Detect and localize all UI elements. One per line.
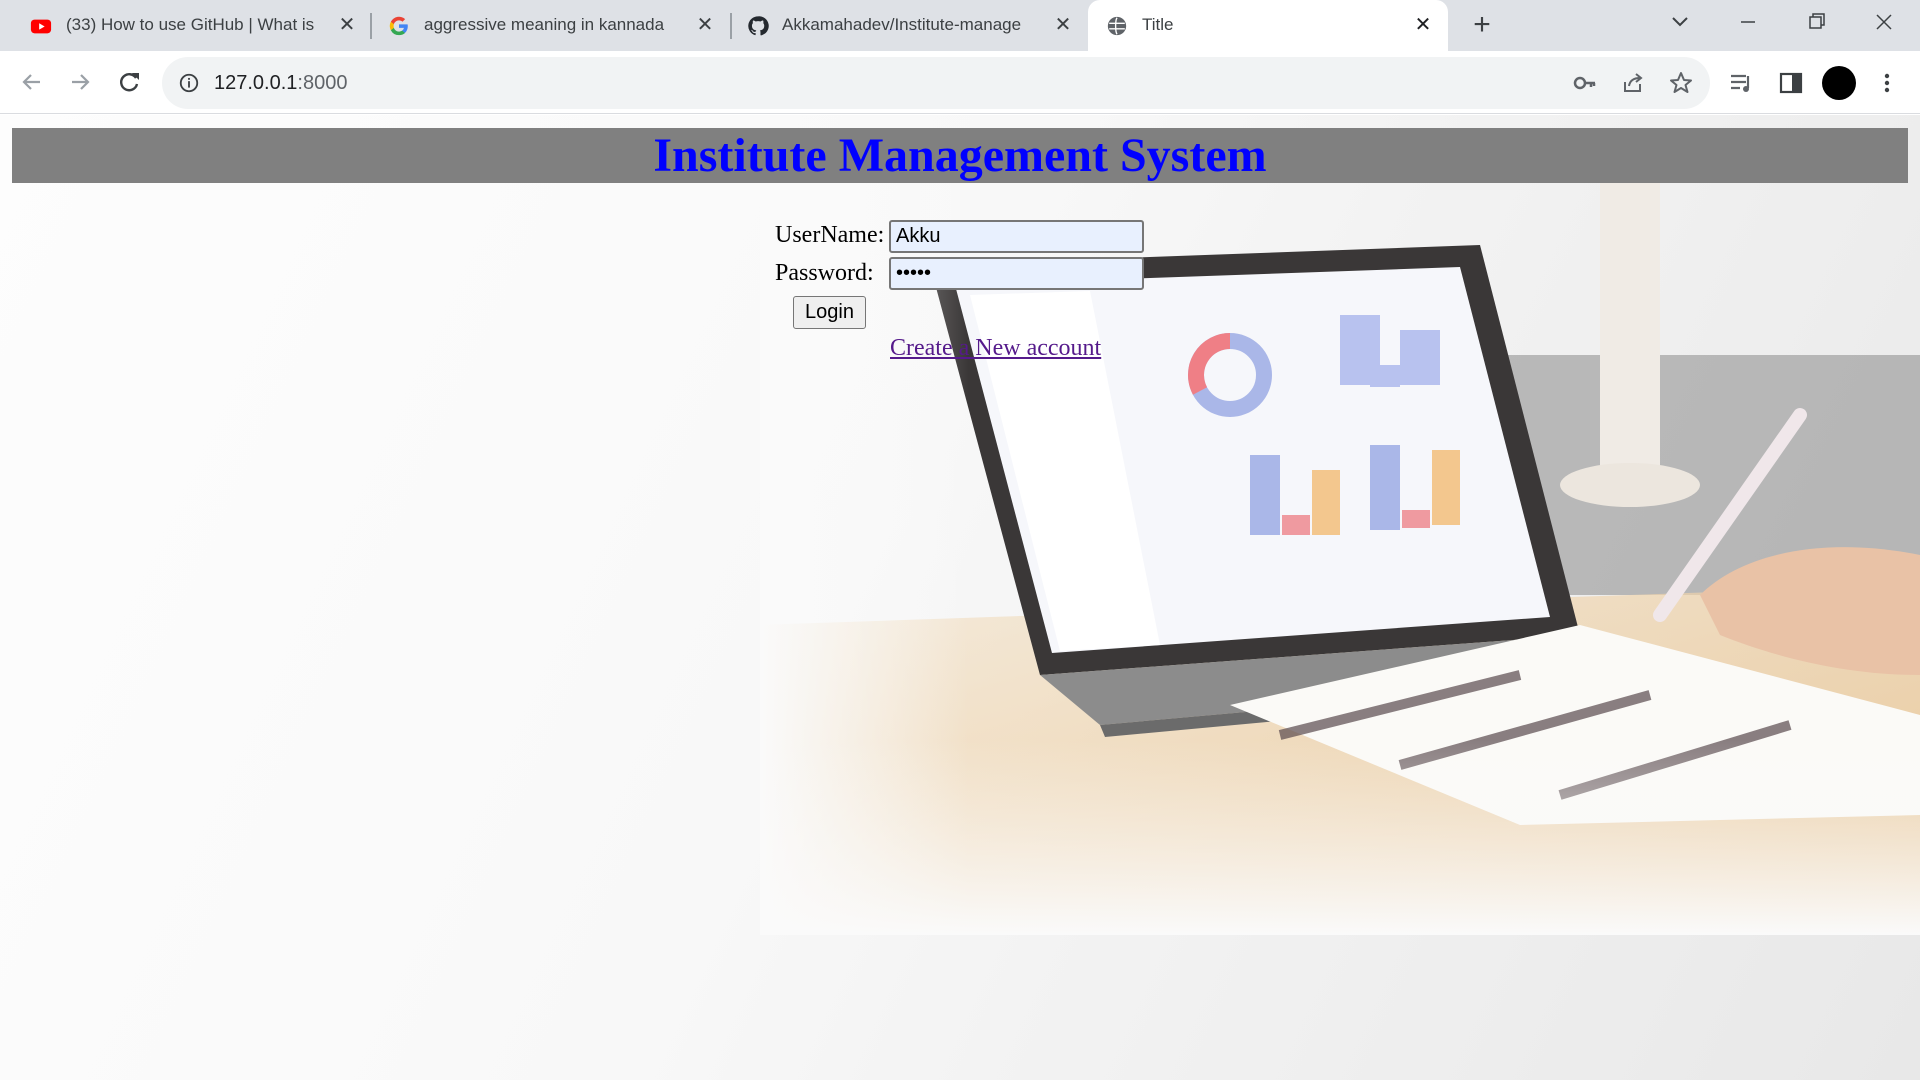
forward-arrow-icon[interactable]	[63, 65, 97, 99]
browser-tab-strip: (33) How to use GitHub | What is ✕ aggre…	[0, 0, 1920, 51]
tab-search-chevron-icon[interactable]	[1660, 6, 1700, 38]
tab-youtube[interactable]: (33) How to use GitHub | What is ✕	[0, 0, 370, 51]
tab-github[interactable]: Akkamahadev/Institute-manage ✕	[732, 0, 1084, 51]
username-label: UserName:	[775, 222, 885, 248]
tab-google[interactable]: aggressive meaning in kannada ✕	[372, 0, 732, 51]
url-host: 127.0.0.1	[214, 72, 298, 94]
tab-close-icon[interactable]: ✕	[1052, 14, 1074, 36]
url-port: :8000	[297, 72, 348, 94]
tab-title: aggressive meaning in kannada	[424, 15, 665, 34]
youtube-icon	[30, 19, 52, 34]
username-input[interactable]	[889, 220, 1144, 253]
create-account-link[interactable]: Create a New account	[890, 333, 1101, 363]
restore-icon[interactable]	[1796, 6, 1836, 38]
media-queue-icon[interactable]	[1728, 69, 1756, 97]
url-text[interactable]: 127.0.0.1:8000	[214, 71, 347, 95]
minimize-icon[interactable]	[1728, 6, 1768, 38]
login-form: UserName: Password: Login Create a New a…	[0, 115, 1920, 515]
globe-icon	[1107, 16, 1127, 36]
password-input[interactable]	[889, 257, 1144, 290]
tab-title-active[interactable]: Title ✕	[1088, 0, 1448, 51]
tab-close-icon[interactable]: ✕	[336, 14, 358, 36]
browser-toolbar: 127.0.0.1:8000	[0, 51, 1920, 114]
password-key-icon[interactable]	[1572, 70, 1598, 96]
reload-icon[interactable]	[112, 65, 146, 99]
more-menu-icon[interactable]	[1873, 69, 1901, 97]
close-window-icon[interactable]	[1864, 6, 1904, 38]
page-content: Institute Management System UserName: Pa…	[0, 115, 1920, 1080]
tab-title: Title	[1142, 15, 1174, 34]
profile-avatar[interactable]	[1822, 66, 1856, 100]
tab-close-icon[interactable]: ✕	[694, 14, 716, 36]
password-label: Password:	[775, 260, 874, 286]
tab-close-icon[interactable]: ✕	[1412, 14, 1434, 36]
tab-title: (33) How to use GitHub | What is	[66, 15, 315, 34]
side-panel-icon[interactable]	[1777, 69, 1805, 97]
address-bar[interactable]: 127.0.0.1:8000	[162, 57, 1710, 109]
bookmark-star-icon[interactable]	[1668, 70, 1694, 96]
login-button[interactable]: Login	[793, 296, 866, 329]
github-icon	[748, 16, 769, 36]
back-arrow-icon[interactable]	[15, 65, 49, 99]
tab-title: Akkamahadev/Institute-manage	[782, 15, 1022, 34]
new-tab-plus-icon[interactable]: +	[1466, 9, 1498, 41]
share-icon[interactable]	[1620, 70, 1646, 96]
site-info-icon[interactable]	[178, 72, 200, 94]
google-icon	[389, 16, 408, 36]
